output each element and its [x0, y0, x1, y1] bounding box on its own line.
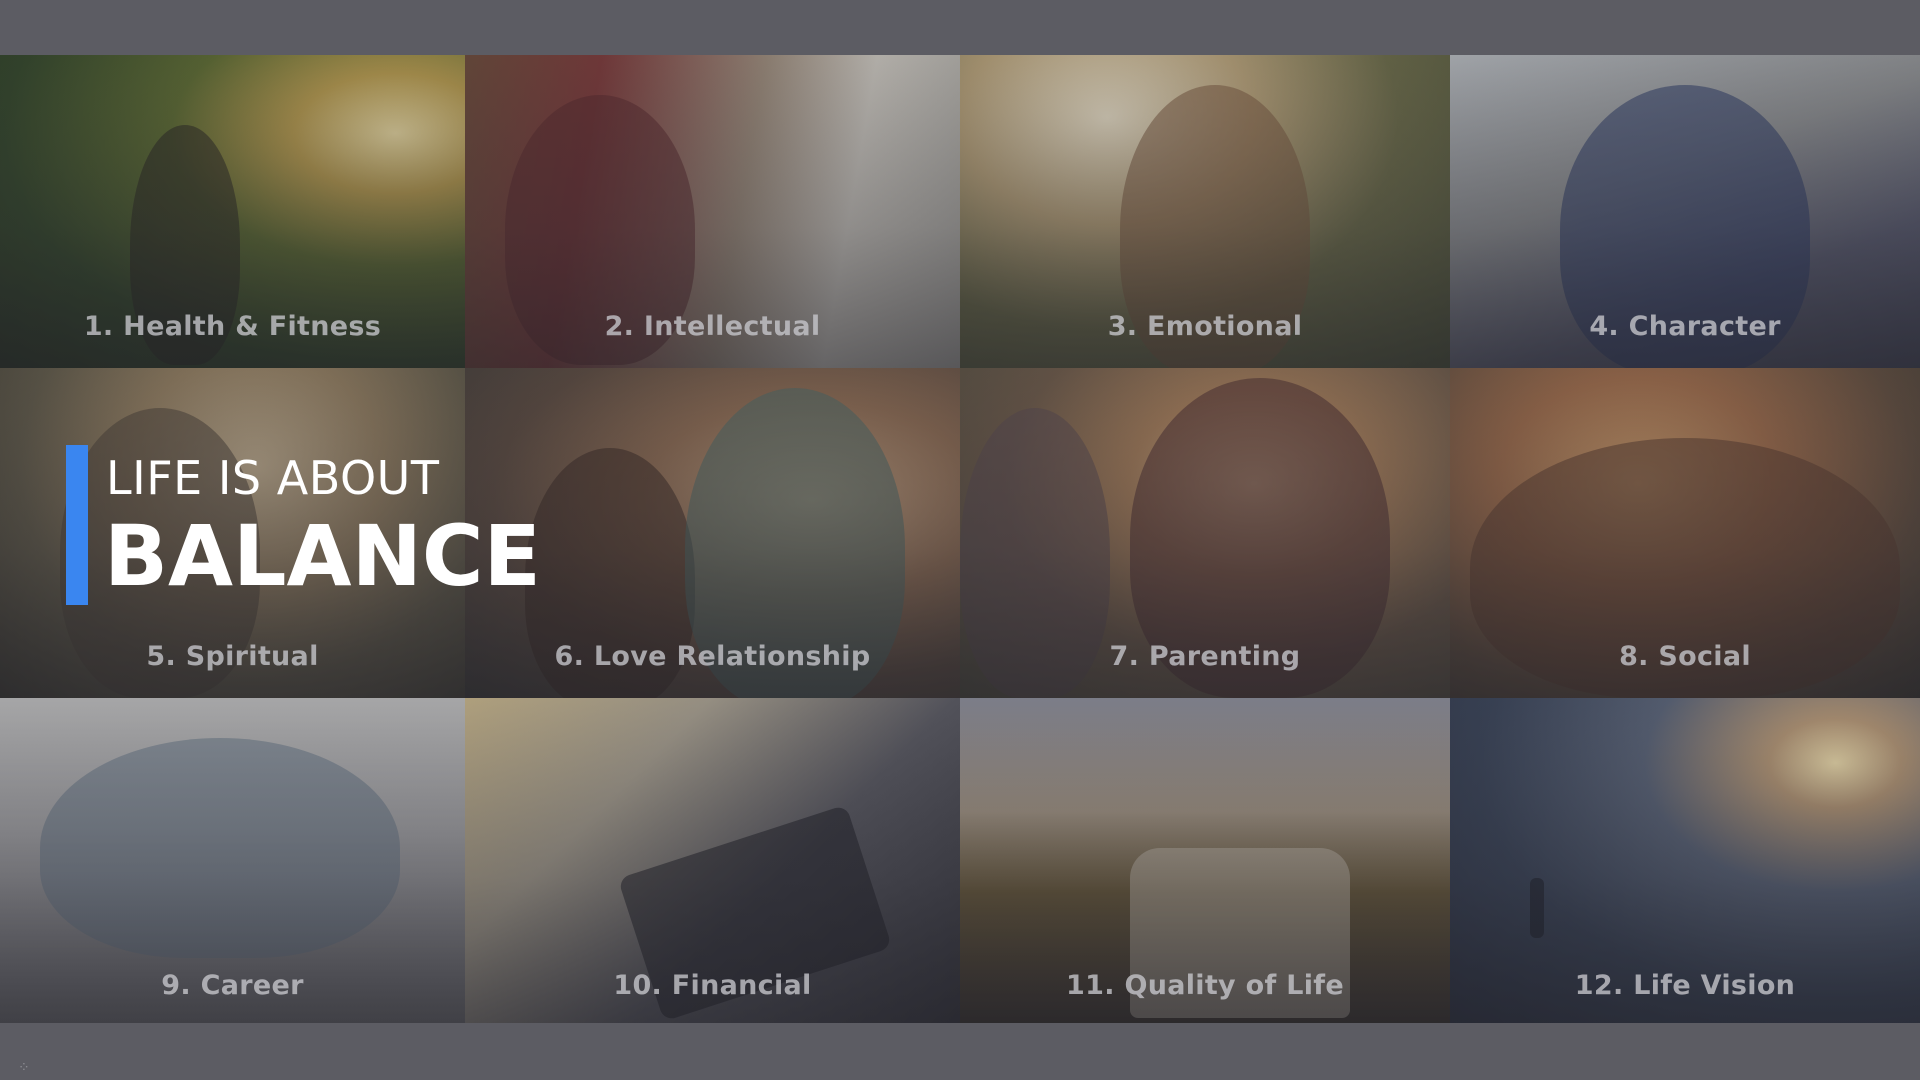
tile-label: 4. Character	[1589, 311, 1781, 342]
tile-intellectual: 2. Intellectual	[465, 55, 960, 368]
tile-emotional: 3. Emotional	[960, 55, 1450, 368]
tile-label: 10. Financial	[613, 970, 812, 1001]
tile-label: 12. Life Vision	[1574, 970, 1796, 1001]
tile-social: 8. Social	[1450, 368, 1920, 698]
tile-label: 1. Health & Fitness	[83, 311, 382, 342]
tile-life-vision: 12. Life Vision	[1450, 698, 1920, 1023]
headline-line1: LIFE IS ABOUT	[106, 451, 440, 505]
tile-quality-of-life: 11. Quality of Life	[960, 698, 1450, 1023]
headline-line2: BALANCE	[104, 507, 541, 605]
tile-financial: 10. Financial	[465, 698, 960, 1023]
tile-label: 11. Quality of Life	[1066, 970, 1344, 1001]
tile-character: 4. Character	[1450, 55, 1920, 368]
tile-parenting: 7. Parenting	[960, 368, 1450, 698]
resize-handle-icon: ⁘	[18, 1060, 30, 1076]
slide-frame: 1. Health & Fitness 2. Intellectual 3. E…	[0, 0, 1920, 1080]
accent-bar	[66, 445, 88, 605]
tile-label: 8. Social	[1619, 641, 1751, 672]
tile-label: 5. Spiritual	[146, 641, 319, 672]
tile-label: 7. Parenting	[1109, 641, 1301, 672]
tile-health-fitness: 1. Health & Fitness	[0, 55, 465, 368]
tile-label: 9. Career	[161, 970, 304, 1001]
tile-label: 2. Intellectual	[604, 311, 821, 342]
tile-label: 6. Love Relationship	[554, 641, 871, 672]
tile-career: 9. Career	[0, 698, 465, 1023]
tile-label: 3. Emotional	[1107, 311, 1303, 342]
